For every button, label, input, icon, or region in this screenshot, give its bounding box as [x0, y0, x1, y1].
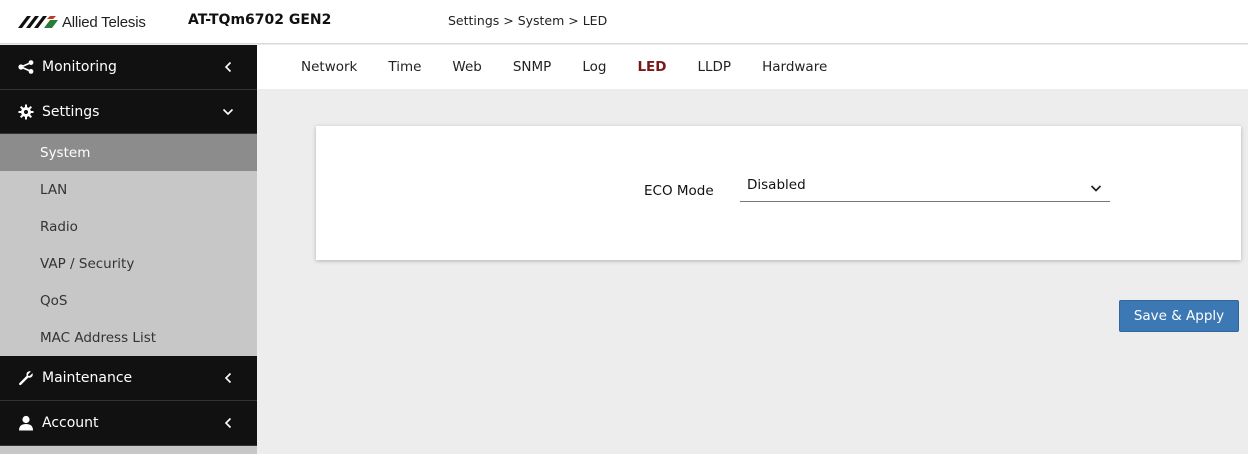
sidebar: Monitoring Settings System LAN Radio VAP… [0, 45, 257, 454]
led-settings-card: ECO Mode Disabled [316, 126, 1241, 260]
sidebar-item-account[interactable]: Account [0, 401, 257, 446]
tab-lldp[interactable]: LLDP [697, 59, 731, 75]
sidebar-item-system[interactable]: System [0, 134, 257, 171]
breadcrumb: Settings > System > LED [448, 13, 608, 28]
sidebar-item-lan[interactable]: LAN [0, 171, 257, 208]
sidebar-item-radio[interactable]: Radio [0, 208, 257, 245]
tab-time[interactable]: Time [388, 59, 421, 75]
sidebar-item-label: Settings [42, 103, 100, 120]
sidebar-item-maintenance[interactable]: Maintenance [0, 356, 257, 401]
sidebar-item-qos[interactable]: QoS [0, 282, 257, 319]
top-header: Allied Telesis AT-TQm6702 GEN2 Settings … [0, 0, 1248, 44]
tab-log[interactable]: Log [582, 59, 606, 75]
wrench-icon [16, 370, 36, 386]
share-icon [16, 59, 36, 75]
tab-led[interactable]: LED [637, 59, 666, 75]
device-model: AT-TQm6702 GEN2 [188, 12, 332, 28]
sidebar-item-vap-security[interactable]: VAP / Security [0, 245, 257, 282]
tab-network[interactable]: Network [301, 59, 357, 75]
save-apply-button[interactable]: Save & Apply [1119, 300, 1239, 332]
sidebar-item-settings[interactable]: Settings [0, 90, 257, 134]
chevron-left-icon [221, 415, 235, 431]
sidebar-item-label: Maintenance [42, 370, 133, 386]
sidebar-item-label: Monitoring [42, 59, 117, 75]
chevron-left-icon [221, 59, 235, 75]
gear-icon [16, 104, 36, 120]
settings-tabs: Network Time Web SNMP Log LED LLDP Hardw… [257, 45, 1248, 89]
sidebar-item-monitoring[interactable]: Monitoring [0, 45, 257, 90]
allied-telesis-logo-icon [18, 16, 58, 28]
tab-snmp[interactable]: SNMP [513, 59, 551, 75]
chevron-left-icon [221, 370, 235, 386]
tab-web[interactable]: Web [452, 59, 481, 75]
eco-mode-select[interactable]: Disabled [740, 175, 1110, 202]
eco-mode-label: ECO Mode [644, 183, 714, 199]
sidebar-item-mac-address-list[interactable]: MAC Address List [0, 319, 257, 356]
brand-logo: Allied Telesis [18, 12, 146, 32]
sidebar-item-label: Account [42, 415, 99, 431]
brand-name: Allied Telesis [62, 13, 146, 31]
eco-mode-value: Disabled [747, 177, 806, 193]
chevron-down-icon [221, 104, 235, 120]
user-icon [16, 415, 36, 431]
chevron-down-icon [1090, 181, 1102, 192]
tab-hardware[interactable]: Hardware [762, 59, 827, 75]
